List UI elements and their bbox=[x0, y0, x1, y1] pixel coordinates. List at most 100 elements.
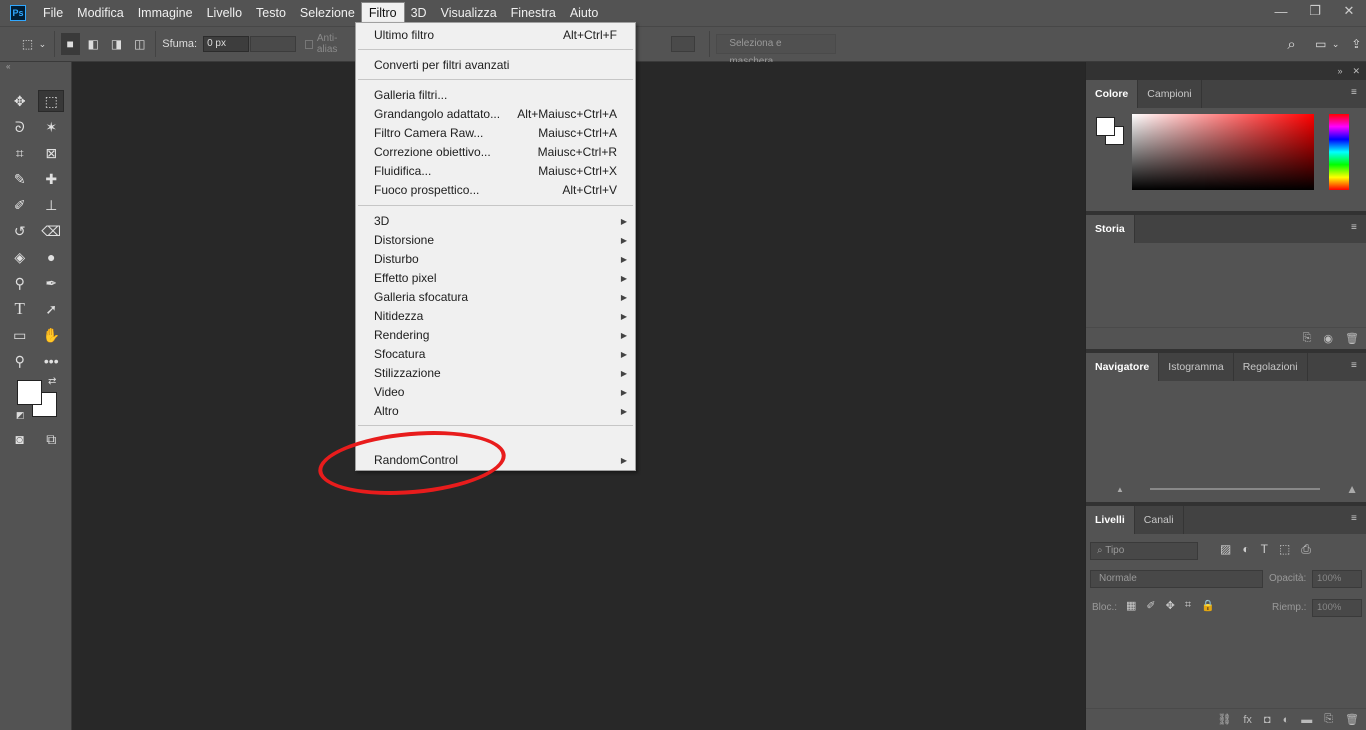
tab-livelli[interactable]: Livelli bbox=[1086, 506, 1135, 534]
close-icon[interactable]: ✕ bbox=[1332, 0, 1366, 22]
type-tool-icon[interactable]: T bbox=[7, 298, 33, 320]
tab-storia[interactable]: Storia bbox=[1086, 215, 1135, 243]
filter-type-icon[interactable]: T bbox=[1261, 542, 1268, 557]
filter-pixel-icon[interactable]: ▨ bbox=[1220, 542, 1231, 557]
collapse-toolbar-icon[interactable]: « bbox=[0, 62, 71, 76]
zoom-slider[interactable]: ▲ ▲ bbox=[1116, 482, 1358, 496]
zoom-out-icon[interactable]: ▲ bbox=[1116, 485, 1124, 494]
feather-input[interactable]: 0 px bbox=[203, 36, 250, 52]
menu-item-video[interactable]: Video ▶ bbox=[356, 383, 635, 402]
menu-item-correzione-obiettivo[interactable]: Correzione obiettivo... Maiusc+Ctrl+R bbox=[356, 143, 635, 162]
foreground-color-swatch[interactable] bbox=[17, 380, 42, 405]
menu-item-grandangolo[interactable]: Grandangolo adattato... Alt+Maiusc+Ctrl+A bbox=[356, 105, 635, 124]
menu-livello[interactable]: Livello bbox=[200, 3, 249, 23]
swap-colors-icon[interactable]: ⇄ bbox=[48, 376, 56, 387]
panel-menu-icon[interactable]: ≡ bbox=[1351, 223, 1361, 233]
lock-transparent-icon[interactable]: ▦ bbox=[1126, 599, 1136, 612]
panel-menu-icon[interactable]: ≡ bbox=[1351, 514, 1361, 524]
subtract-selection-icon[interactable]: ◨ bbox=[107, 33, 126, 55]
panel-menu-icon[interactable]: ≡ bbox=[1351, 88, 1361, 98]
blur-tool-icon[interactable]: ● bbox=[38, 246, 64, 268]
zoom-tool-icon[interactable]: ⚲ bbox=[7, 350, 33, 372]
restore-icon[interactable]: ❐ bbox=[1298, 0, 1332, 22]
menu-item-camera-raw[interactable]: Filtro Camera Raw... Maiusc+Ctrl+A bbox=[356, 124, 635, 143]
color-field[interactable] bbox=[1132, 114, 1314, 190]
collapse-panels-icon[interactable]: » bbox=[1337, 66, 1342, 76]
crop-tool-icon[interactable]: ⌗ bbox=[7, 142, 33, 164]
menu-modifica[interactable]: Modifica bbox=[70, 3, 131, 23]
quick-mask-icon[interactable]: ◙ bbox=[7, 428, 33, 450]
new-group-icon[interactable]: ▬ bbox=[1301, 714, 1312, 726]
menu-filtro[interactable]: Filtro bbox=[360, 2, 405, 24]
height-input[interactable] bbox=[670, 36, 696, 52]
close-panels-icon[interactable]: ✕ bbox=[1352, 66, 1360, 77]
menu-aiuto[interactable]: Aiuto bbox=[563, 3, 606, 23]
paint-bucket-tool-icon[interactable]: ◈ bbox=[7, 246, 33, 268]
color-fg-swatch[interactable] bbox=[1096, 117, 1115, 136]
layer-filter-select[interactable]: ⌕ Tipo bbox=[1090, 542, 1198, 560]
tab-regolazioni[interactable]: Regolazioni bbox=[1234, 353, 1308, 381]
panel-menu-icon[interactable]: ≡ bbox=[1351, 361, 1361, 371]
chevron-down-icon[interactable]: ⌄ bbox=[37, 33, 47, 55]
move-tool-icon[interactable]: ✥ bbox=[7, 90, 33, 112]
menu-visualizza[interactable]: Visualizza bbox=[434, 3, 504, 23]
menu-item-sfocatura[interactable]: Sfocatura ▶ bbox=[356, 345, 635, 364]
tab-canali[interactable]: Canali bbox=[1135, 506, 1184, 534]
lock-artboard-icon[interactable]: ⌗ bbox=[1185, 599, 1191, 612]
camera-icon[interactable]: ◉ bbox=[1323, 332, 1333, 345]
tab-navigatore[interactable]: Navigatore bbox=[1086, 353, 1160, 381]
more-tools-icon[interactable]: ••• bbox=[38, 350, 64, 372]
share-icon[interactable]: ⇪ bbox=[1347, 33, 1366, 55]
tab-campioni[interactable]: Campioni bbox=[1138, 80, 1202, 108]
eyedropper-tool-icon[interactable]: ✎ bbox=[7, 168, 33, 190]
menu-item-distorsione[interactable]: Distorsione ▶ bbox=[356, 231, 635, 250]
healing-brush-tool-icon[interactable]: ✚ bbox=[38, 168, 64, 190]
eraser-tool-icon[interactable]: ⌫ bbox=[38, 220, 64, 242]
menu-item-ultimo-filtro[interactable]: Ultimo filtro Alt+Ctrl+F bbox=[356, 26, 635, 45]
menu-selezione[interactable]: Selezione bbox=[293, 3, 362, 23]
magic-wand-tool-icon[interactable]: ✶ bbox=[38, 116, 64, 138]
link-layers-icon[interactable]: ⛓ bbox=[1217, 713, 1231, 726]
menu-item-rendering[interactable]: Rendering ▶ bbox=[356, 326, 635, 345]
new-layer-icon[interactable]: ⎘ bbox=[1324, 713, 1333, 726]
blend-mode-select[interactable]: Normale bbox=[1090, 570, 1263, 588]
pen-tool-icon[interactable]: ✒ bbox=[38, 272, 64, 294]
menu-item-altro[interactable]: Altro ▶ bbox=[356, 402, 635, 421]
default-colors-icon[interactable]: ◩ bbox=[16, 410, 25, 421]
adjustment-layer-icon[interactable]: ◐ bbox=[1283, 714, 1290, 726]
search-icon[interactable]: ⌕ bbox=[1282, 33, 1301, 55]
filter-adjustment-icon[interactable]: ◐ bbox=[1242, 542, 1249, 557]
menu-item-stilizzazione[interactable]: Stilizzazione ▶ bbox=[356, 364, 635, 383]
menu-item-3d[interactable]: 3D ▶ bbox=[356, 212, 635, 231]
filter-smart-object-icon[interactable]: ⎙ bbox=[1301, 542, 1311, 557]
menu-item-fuoco-prospettico[interactable]: Fuoco prospettico... Alt+Ctrl+V bbox=[356, 181, 635, 200]
filter-shape-icon[interactable]: ⬚ bbox=[1279, 542, 1290, 557]
fx-icon[interactable]: fx bbox=[1243, 714, 1252, 726]
fill-input[interactable]: 100% bbox=[1312, 599, 1362, 617]
menu-immagine[interactable]: Immagine bbox=[131, 3, 200, 23]
tab-istogramma[interactable]: Istogramma bbox=[1159, 353, 1234, 381]
menu-testo[interactable]: Testo bbox=[249, 3, 293, 23]
opacity-input[interactable]: 100% bbox=[1312, 570, 1362, 588]
intersect-selection-icon[interactable]: ◫ bbox=[130, 33, 149, 55]
lock-image-icon[interactable]: ✐ bbox=[1146, 599, 1155, 612]
workspace-icon[interactable]: ▭ bbox=[1311, 33, 1330, 55]
trash-icon[interactable]: 🗑 bbox=[1345, 332, 1359, 345]
menu-item-fluidifica[interactable]: Fluidifica... Maiusc+Ctrl+X bbox=[356, 162, 635, 181]
menu-finestra[interactable]: Finestra bbox=[504, 3, 563, 23]
hue-slider[interactable] bbox=[1329, 114, 1349, 190]
new-document-from-state-icon[interactable]: ⎘ bbox=[1303, 332, 1312, 345]
tab-colore[interactable]: Colore bbox=[1086, 80, 1139, 108]
menu-3d[interactable]: 3D bbox=[404, 3, 434, 23]
add-mask-icon[interactable]: ◘ bbox=[1264, 714, 1271, 726]
history-brush-tool-icon[interactable]: ↺ bbox=[7, 220, 33, 242]
clone-stamp-tool-icon[interactable]: ⊥ bbox=[38, 194, 64, 216]
menu-item-galleria-sfocatura[interactable]: Galleria sfocatura ▶ bbox=[356, 288, 635, 307]
antialias-checkbox[interactable] bbox=[304, 39, 313, 49]
zoom-slider-track[interactable] bbox=[1150, 488, 1321, 490]
chevron-down-icon[interactable]: ⌄ bbox=[1330, 33, 1340, 55]
lock-all-icon[interactable]: 🔒 bbox=[1201, 599, 1215, 612]
marquee-tool-icon[interactable]: ⬚ bbox=[38, 90, 65, 112]
brush-tool-icon[interactable]: ✐ bbox=[7, 194, 33, 216]
rectangle-tool-icon[interactable]: ▭ bbox=[7, 324, 33, 346]
